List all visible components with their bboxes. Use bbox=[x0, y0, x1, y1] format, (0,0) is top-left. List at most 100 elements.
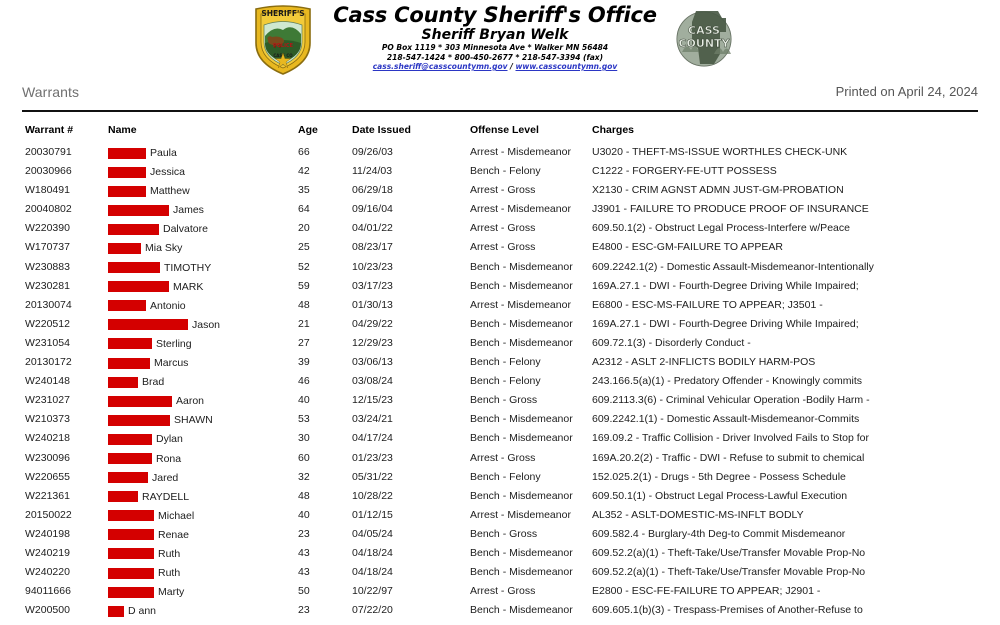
table-row: W240198 Renae 23 04/05/24 Bench - Gross 609.5… bbox=[0, 528, 1000, 547]
cell-charges: 609.2242.1(1) - Domestic Assault-Misdeme… bbox=[592, 413, 860, 426]
redaction-bar bbox=[108, 510, 154, 522]
cell-date-issued: 11/24/03 bbox=[352, 165, 393, 178]
cell-charges: 169A.27.1 - DWI - Fourth-Degree Driving … bbox=[592, 317, 859, 330]
cell-name: MARK bbox=[108, 280, 203, 294]
table-row: W220512 Jason 21 04/29/22 Bench - Misdemeano… bbox=[0, 318, 1000, 337]
cell-name: SHAWN bbox=[108, 413, 213, 427]
table-row: W210373 SHAWN 53 03/24/21 Bench - Misdemeano… bbox=[0, 413, 1000, 432]
table-row: W240220 Ruth 43 04/18/24 Bench - Misdemeanor… bbox=[0, 566, 1000, 585]
cell-charges: 609.582.4 - Burglary-4th Deg-to Commit M… bbox=[592, 527, 846, 540]
cell-age: 21 bbox=[298, 317, 310, 330]
cell-date-issued: 09/16/04 bbox=[352, 203, 393, 216]
cell-date-issued: 10/23/23 bbox=[352, 260, 393, 273]
cell-age: 48 bbox=[298, 489, 310, 502]
redaction-bar bbox=[108, 453, 152, 464]
first-name-text: Rona bbox=[156, 452, 182, 465]
cell-offense-level: Bench - Misdemeanor bbox=[470, 317, 573, 330]
cell-warrant-number: W180491 bbox=[25, 184, 70, 197]
cell-warrant-number: 94011666 bbox=[25, 585, 71, 598]
cell-date-issued: 01/12/15 bbox=[352, 508, 393, 521]
cell-warrant-number: W240219 bbox=[25, 546, 70, 559]
cell-name: Matthew bbox=[108, 184, 190, 198]
cell-date-issued: 03/24/21 bbox=[352, 413, 393, 426]
first-name-text: Jason bbox=[192, 318, 221, 331]
cell-age: 40 bbox=[298, 394, 310, 407]
cell-charges: 169.09.2 - Traffic Collision - Driver In… bbox=[592, 432, 870, 445]
cell-offense-level: Arrest - Misdemeanor bbox=[470, 146, 571, 158]
svg-text:POLICE: POLICE bbox=[273, 43, 294, 49]
report-title-bar: Warrants Printed on April 24, 2024 bbox=[0, 84, 1000, 108]
redaction-bar bbox=[108, 242, 141, 254]
cell-charges: 169A.27.1 - DWI - Fourth-Degree Driving … bbox=[592, 279, 859, 292]
cell-offense-level: Arrest - Misdemeanor bbox=[470, 298, 571, 311]
redaction-bar bbox=[108, 586, 154, 598]
cell-warrant-number: W231027 bbox=[25, 394, 70, 407]
table-row: W220390 Dalvatore 20 04/01/22 Arrest - Gross… bbox=[0, 222, 1000, 241]
cell-date-issued: 09/26/03 bbox=[352, 146, 393, 158]
cell-offense-level: Bench - Misdemeanor bbox=[470, 279, 573, 292]
cell-warrant-number: W230096 bbox=[25, 451, 70, 464]
redaction-bar bbox=[108, 491, 138, 503]
first-name-text: Jared bbox=[152, 471, 179, 484]
table-header-row: Warrant # Name Age Date Issued Offense L… bbox=[0, 124, 1000, 146]
cell-charges: 609.2242.1(2) - Domestic Assault-Misdeme… bbox=[592, 260, 874, 273]
table-row: 20030791 Paula 66 09/26/03 Arrest - Misdemea… bbox=[0, 146, 1000, 165]
cass-county-logo-icon: CASS COUNTY bbox=[668, 8, 740, 70]
agency-contact-links: cass.sheriff@casscountymn.gov / www.cass… bbox=[330, 62, 660, 72]
cell-name: Jessica bbox=[108, 165, 185, 179]
cell-warrant-number: W170737 bbox=[25, 241, 70, 254]
cell-name: Dylan bbox=[108, 432, 183, 446]
cell-offense-level: Bench - Misdemeanor bbox=[470, 604, 573, 617]
cell-name: D ann bbox=[108, 604, 156, 618]
table-row: W240219 Ruth 43 04/18/24 Bench - Misdemeanor… bbox=[0, 547, 1000, 566]
cell-age: 59 bbox=[298, 279, 310, 292]
cell-warrant-number: W200500 bbox=[25, 604, 70, 617]
cell-name: Marcus bbox=[108, 356, 188, 370]
cell-age: 35 bbox=[298, 184, 310, 197]
first-name-text: Dylan bbox=[156, 433, 183, 446]
redaction-bar bbox=[108, 567, 154, 579]
redaction-bar bbox=[108, 548, 154, 560]
cell-age: 39 bbox=[298, 356, 310, 369]
cell-name: Dalvatore bbox=[108, 222, 208, 236]
redaction-bar bbox=[108, 414, 170, 426]
redaction-bar bbox=[108, 472, 148, 484]
first-name-text: Aaron bbox=[176, 395, 205, 408]
cell-warrant-number: 20130172 bbox=[25, 356, 72, 369]
cell-charges: 609.50.1(2) - Obstruct Legal Process-Int… bbox=[592, 222, 850, 235]
table-row: W240218 Dylan 30 04/17/24 Bench - Misdemeano… bbox=[0, 432, 1000, 451]
cell-name: Aaron bbox=[108, 394, 204, 408]
cell-name: TIMOTHY bbox=[108, 261, 211, 275]
first-name-text: Paula bbox=[150, 147, 177, 159]
cell-date-issued: 04/17/24 bbox=[352, 432, 393, 445]
cell-date-issued: 10/28/22 bbox=[352, 489, 393, 502]
cell-warrant-number: W240148 bbox=[25, 375, 70, 388]
cell-charges: 609.52.2(a)(1) - Theft-Take/Use/Transfer… bbox=[592, 546, 866, 559]
cell-date-issued: 07/22/20 bbox=[352, 604, 393, 617]
cell-warrant-number: W230281 bbox=[25, 279, 70, 292]
cell-warrant-number: W210373 bbox=[25, 413, 70, 426]
cell-offense-level: Bench - Misdemeanor bbox=[470, 432, 573, 445]
redaction-bar bbox=[108, 262, 160, 274]
first-name-text: TIMOTHY bbox=[164, 261, 212, 274]
cell-offense-level: Bench - Misdemeanor bbox=[470, 260, 573, 273]
cell-date-issued: 12/15/23 bbox=[352, 394, 393, 407]
cell-charges: 609.2113.3(6) - Criminal Vehicular Opera… bbox=[592, 394, 870, 407]
cell-age: 32 bbox=[298, 470, 310, 483]
column-header-warrant: Warrant # bbox=[25, 124, 74, 136]
redaction-bar bbox=[108, 300, 146, 312]
cell-offense-level: Bench - Misdemeanor bbox=[470, 489, 573, 502]
website-link[interactable]: www.casscountymn.gov bbox=[516, 62, 618, 71]
cell-charges: 152.025.2(1) - Drugs - 5th Degree - Poss… bbox=[592, 470, 846, 483]
cell-name: Rona bbox=[108, 452, 181, 466]
cell-offense-level: Arrest - Misdemeanor bbox=[470, 508, 571, 521]
redaction-bar bbox=[108, 338, 152, 350]
first-name-text: Antonio bbox=[150, 299, 186, 312]
first-name-text: Jessica bbox=[150, 166, 186, 179]
printed-on-label: Printed on April 24, 2024 bbox=[835, 84, 978, 99]
email-link[interactable]: cass.sheriff@casscountymn.gov bbox=[373, 62, 508, 71]
cell-name: RAYDELL bbox=[108, 490, 189, 504]
cell-offense-level: Bench - Felony bbox=[470, 356, 541, 369]
cell-warrant-number: W231054 bbox=[25, 336, 70, 349]
cell-age: 43 bbox=[298, 546, 310, 559]
